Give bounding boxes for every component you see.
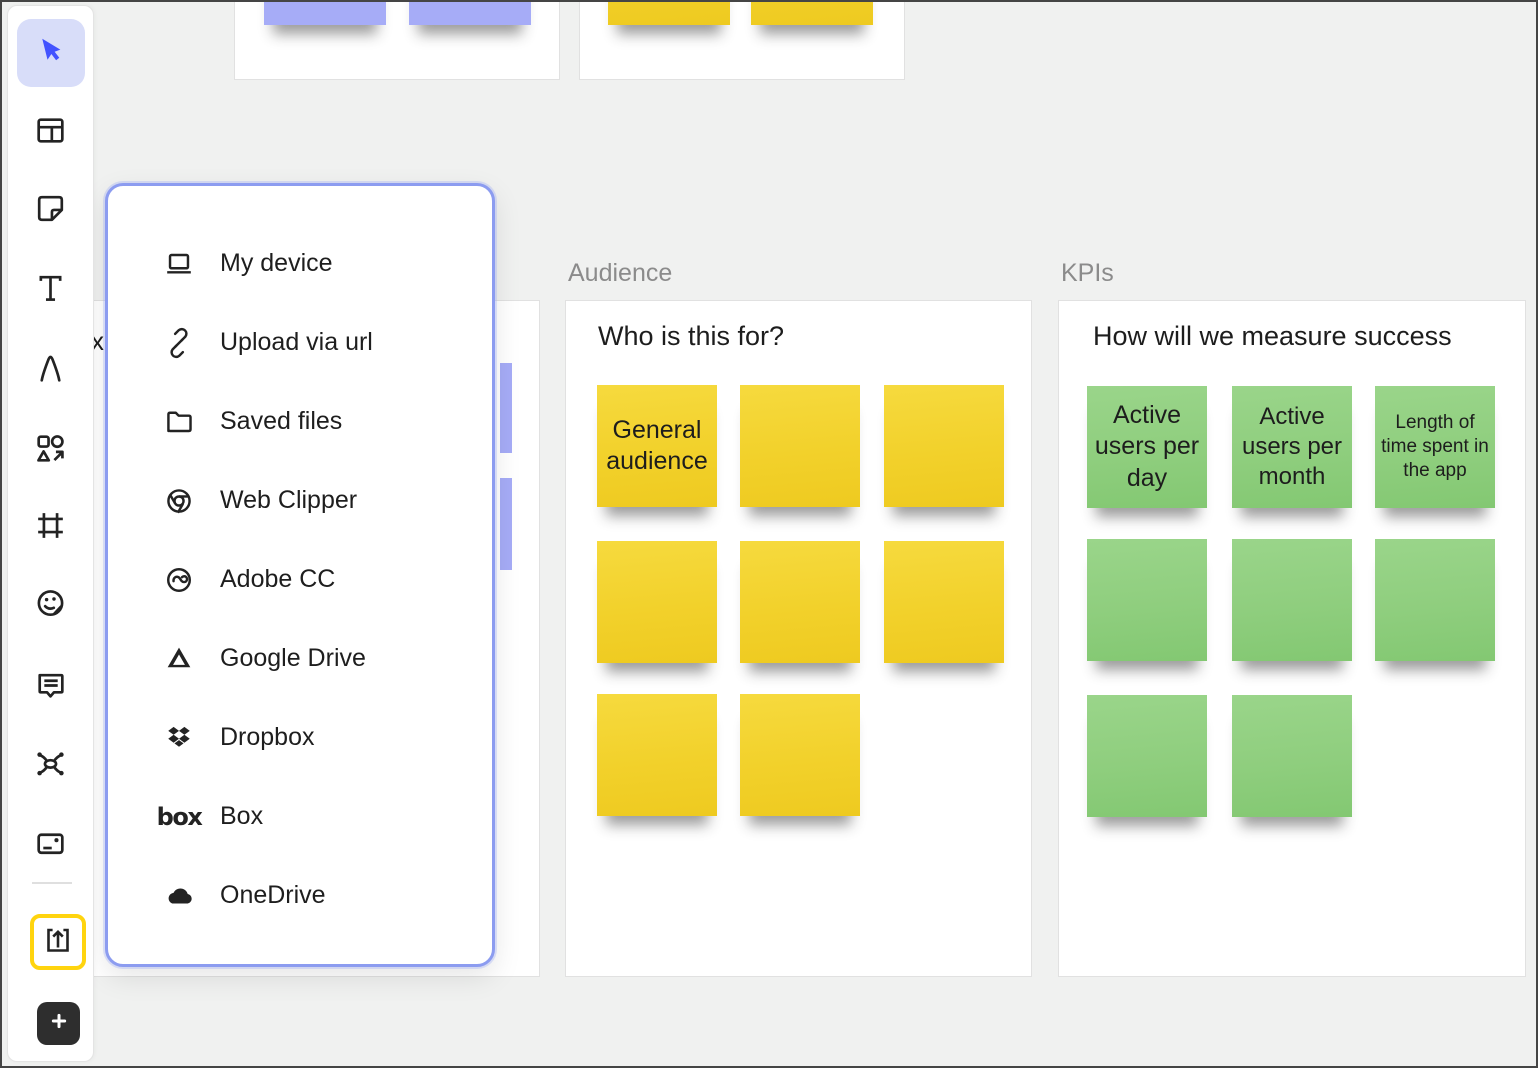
upload-icon: [40, 922, 76, 963]
sticky-note[interactable]: [884, 541, 1004, 663]
frame-tool-button[interactable]: [21, 498, 81, 558]
menu-item-label: Box: [220, 802, 263, 831]
chrome-icon: [160, 482, 198, 520]
upload-menu: My device Upload via url Saved files Web: [105, 183, 495, 967]
more-tools-button[interactable]: [37, 1002, 80, 1045]
menu-item-label: OneDrive: [220, 881, 326, 910]
menu-item-my-device[interactable]: My device: [108, 224, 492, 303]
folder-icon: [160, 403, 198, 441]
frame-audience[interactable]: Audience Who is this for? General audien…: [565, 300, 1032, 977]
sticky-note[interactable]: General audience: [597, 385, 717, 507]
sticky-note[interactable]: [597, 694, 717, 816]
onedrive-icon: [160, 877, 198, 915]
sticky-note[interactable]: [740, 385, 860, 507]
sticky-note[interactable]: Active users per month: [1232, 386, 1352, 508]
menu-item-label: Google Drive: [220, 644, 366, 673]
sticky-note[interactable]: [1087, 695, 1207, 817]
menu-item-upload-via-url[interactable]: Upload via url: [108, 303, 492, 382]
menu-item-label: Dropbox: [220, 723, 315, 752]
menu-item-label: Saved files: [220, 407, 342, 436]
sticky-note[interactable]: [1375, 539, 1495, 661]
menu-item-dropbox[interactable]: Dropbox: [108, 698, 492, 777]
sticky-note-edge: [500, 363, 512, 453]
sticky-note[interactable]: [1232, 539, 1352, 661]
sticky-note[interactable]: [409, 0, 531, 25]
sticky-note[interactable]: Active users per day: [1087, 386, 1207, 508]
menu-item-label: My device: [220, 249, 333, 278]
sticker-smiley-icon: [32, 585, 69, 627]
sticky-note[interactable]: Length of time spent in the app: [1375, 386, 1495, 508]
toolbar-sidebar: [7, 5, 94, 1062]
partial-frame-top-right[interactable]: [579, 0, 905, 80]
sticky-note-tool-button[interactable]: [21, 181, 81, 241]
menu-item-box[interactable]: box Box: [108, 777, 492, 856]
frame-heading[interactable]: How will we measure success: [1093, 321, 1452, 352]
frame-title[interactable]: Audience: [568, 259, 672, 288]
cursor-icon: [32, 32, 69, 74]
pen-icon: [32, 350, 69, 392]
sticky-note[interactable]: [1087, 539, 1207, 661]
card-tool-button[interactable]: [21, 816, 81, 876]
dropbox-icon: [160, 719, 198, 757]
sticky-note-icon: [32, 190, 69, 232]
menu-item-adobe-cc[interactable]: Adobe CC: [108, 540, 492, 619]
text-tool-button[interactable]: [21, 261, 81, 321]
menu-item-label: Upload via url: [220, 328, 373, 357]
comment-tool-button[interactable]: [21, 658, 81, 718]
partial-frame-top-left[interactable]: [234, 0, 560, 80]
sticky-note[interactable]: [264, 0, 386, 25]
menu-item-label: Adobe CC: [220, 565, 335, 594]
templates-icon: [32, 112, 69, 154]
laptop-icon: [160, 245, 198, 283]
menu-item-web-clipper[interactable]: Web Clipper: [108, 461, 492, 540]
sticky-note[interactable]: [751, 0, 873, 25]
toolbar-divider: [32, 882, 72, 884]
text-icon: [32, 270, 69, 312]
frame-kpis[interactable]: KPIs How will we measure success Active …: [1058, 300, 1526, 977]
select-tool-button[interactable]: [17, 19, 85, 87]
plus-icon: [44, 1006, 74, 1041]
menu-item-onedrive[interactable]: OneDrive: [108, 856, 492, 935]
miro-board-screen: x Audience Who is this for? General audi…: [0, 0, 1538, 1068]
shapes-tool-button[interactable]: [21, 421, 81, 481]
sticky-note[interactable]: [884, 385, 1004, 507]
google-drive-icon: [160, 640, 198, 678]
frame-heading[interactable]: Who is this for?: [598, 321, 784, 352]
frame-icon: [32, 507, 69, 549]
comment-icon: [32, 667, 69, 709]
box-icon: box: [160, 798, 198, 836]
sticky-note[interactable]: [1232, 695, 1352, 817]
sticker-tool-button[interactable]: [21, 576, 81, 636]
mindmap-icon: [32, 745, 69, 787]
sticky-note-edge: [500, 478, 512, 570]
frame-title[interactable]: KPIs: [1061, 259, 1114, 288]
templates-tool-button[interactable]: [21, 103, 81, 163]
pen-tool-button[interactable]: [21, 341, 81, 401]
sticky-note[interactable]: [597, 541, 717, 663]
mindmap-tool-button[interactable]: [21, 736, 81, 796]
upload-tool-button[interactable]: [30, 914, 86, 970]
card-icon: [32, 825, 69, 867]
adobe-cc-icon: [160, 561, 198, 599]
shapes-icon: [32, 430, 69, 472]
link-icon: [160, 324, 198, 362]
sticky-note[interactable]: [740, 541, 860, 663]
menu-item-saved-files[interactable]: Saved files: [108, 382, 492, 461]
sticky-note[interactable]: [740, 694, 860, 816]
sticky-note[interactable]: [608, 0, 730, 25]
menu-item-google-drive[interactable]: Google Drive: [108, 619, 492, 698]
menu-item-label: Web Clipper: [220, 486, 357, 515]
